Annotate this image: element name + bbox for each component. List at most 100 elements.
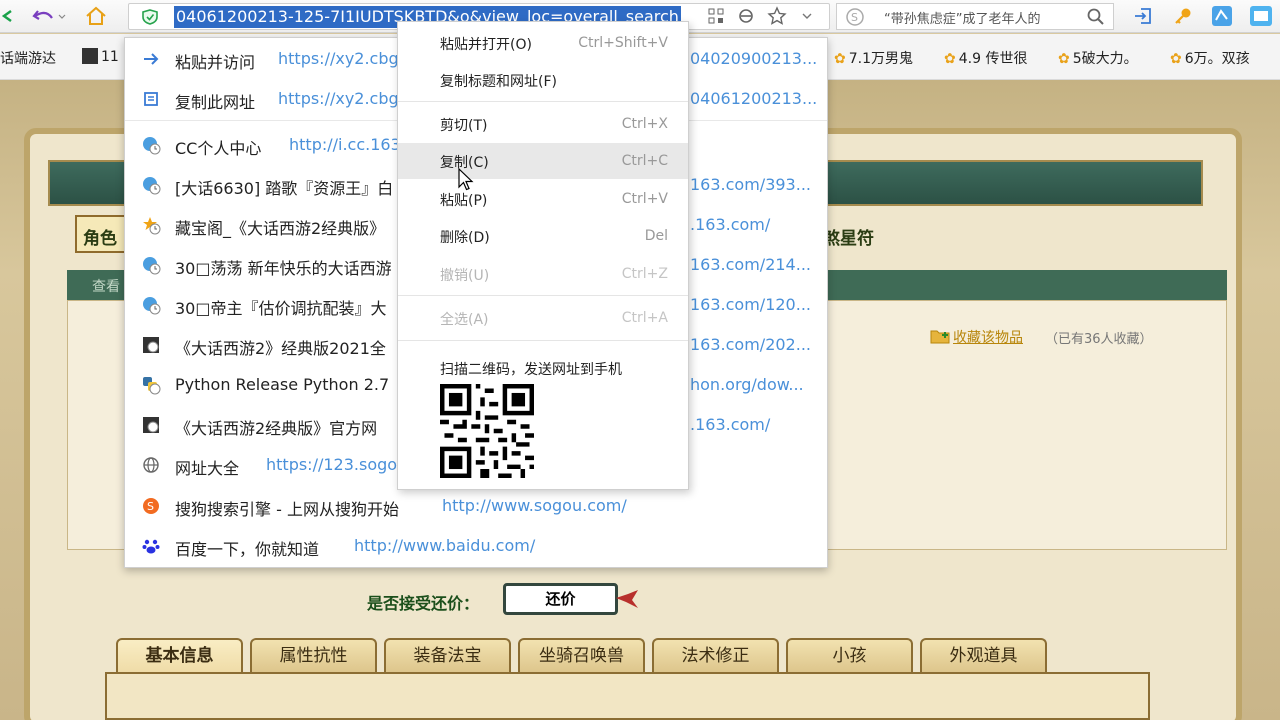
history-star-icon: [141, 215, 161, 235]
suggestion-url-tail: hon.org/dow...: [690, 375, 804, 394]
suggestion-title: 《大话西游2》经典版2021全: [175, 339, 386, 358]
menu-copy-title-and-url[interactable]: 复制标题和网址(F): [398, 62, 688, 98]
tab-role[interactable]: 角色: [75, 215, 127, 253]
suggestion-title: 网址大全: [175, 459, 240, 478]
suggestion-bookmark-item[interactable]: S 搜狗搜索引擎 - 上网从搜狗开始 http://www.sogou.com/: [125, 486, 827, 526]
view-label[interactable]: 查看: [92, 276, 120, 296]
menu-cut[interactable]: 剪切(T) Ctrl+X: [398, 106, 688, 142]
copy-box-icon: [141, 89, 161, 109]
suggestion-url-tail: .163.com/: [690, 215, 771, 234]
suggestion-url: https://xy2.cbg: [278, 89, 399, 108]
suggestion-title: CC个人中心: [175, 139, 262, 158]
history-globe-icon: [141, 255, 161, 275]
login-icon[interactable]: [1132, 5, 1154, 27]
menu-paste-and-open[interactable]: 粘贴并打开(O) Ctrl+Shift+V: [398, 25, 688, 61]
history-globe-icon: [141, 295, 161, 315]
chicken-icon: ✿: [834, 51, 846, 67]
suggestion-url-tail: .163.com/: [690, 415, 771, 434]
favorite-folder-icon: [930, 328, 950, 348]
suggestion-title: Python Release Python 2.7: [175, 375, 390, 394]
suggestion-title: [大话6630] 踏歌『资源王』白: [175, 179, 394, 198]
suggestion-title: 30□帝主『估价调抗配装』大: [175, 299, 387, 318]
qr-caption: 扫描二维码，发送网址到手机: [440, 362, 622, 378]
bookmark-item[interactable]: ✿ 4.9 传世很: [944, 48, 1027, 68]
tab-basic-info[interactable]: 基本信息: [116, 638, 243, 674]
tab-attributes[interactable]: 属性抗性: [250, 638, 377, 674]
suggestion-title: 30□荡荡 新年快乐的大话西游: [175, 259, 392, 278]
suggestion-bookmark-item[interactable]: 百度一下，你就知道 http://www.baidu.com/: [125, 526, 827, 566]
context-menu: 粘贴并打开(O) Ctrl+Shift+V 复制标题和网址(F) 剪切(T) C…: [397, 21, 689, 490]
svg-text:S: S: [851, 11, 858, 24]
suggestion-url-tail: 163.com/214...: [690, 255, 811, 274]
history-globe-icon: [141, 175, 161, 195]
tab-appearance[interactable]: 外观道具: [920, 638, 1047, 674]
suggestion-url: http://www.sogou.com/: [442, 496, 627, 515]
extension-icon[interactable]: [1248, 5, 1274, 27]
search-input[interactable]: “带孙焦虑症”成了老年人的: [884, 8, 1074, 27]
suggestion-url: http://i.cc.163: [289, 135, 401, 154]
tab-children[interactable]: 小孩: [786, 638, 913, 674]
chicken-icon: ✿: [944, 51, 956, 67]
game-icon: [141, 335, 161, 355]
tab-mounts-pets[interactable]: 坐骑召唤兽: [518, 638, 645, 674]
bookmark-item[interactable]: ✿ 5破大力。: [1058, 48, 1138, 68]
suggestion-title: 搜狗搜索引擎 - 上网从搜狗开始: [175, 500, 399, 519]
tab-content-panel: [105, 672, 1150, 720]
menu-undo: 撤销(U) Ctrl+Z: [440, 266, 668, 284]
menu-copy[interactable]: 复制(C) Ctrl+C: [398, 143, 688, 179]
tab-star-talisman[interactable]: 煞星符: [823, 224, 874, 249]
tab-spell-modifiers[interactable]: 法术修正: [652, 638, 779, 674]
home-icon[interactable]: [84, 5, 108, 27]
suggestion-url: https://123.sogo: [266, 455, 398, 474]
star-bookmark-icon[interactable]: [766, 5, 788, 27]
suggestion-url-tail: 04061200213...: [690, 89, 818, 108]
menu-divider: [398, 340, 688, 341]
sogou-logo-icon: S: [845, 8, 865, 30]
counter-offer-label: 是否接受还价：: [367, 594, 480, 613]
favorite-count: （已有36人收藏）: [1045, 332, 1153, 347]
suggestion-url-tail: 163.com/202...: [690, 335, 811, 354]
bookmark-item[interactable]: 11: [82, 48, 119, 65]
bookmark-item[interactable]: 话端游达: [0, 48, 56, 68]
menu-paste[interactable]: 粘贴(P) Ctrl+V: [398, 181, 688, 217]
suggestion-title: 《大话西游2经典版》官方网: [175, 419, 378, 438]
shield-secure-icon[interactable]: [141, 9, 159, 29]
suggestion-url-tail: 163.com/393...: [690, 175, 811, 194]
game-icon: [82, 48, 98, 64]
qr-grid-icon[interactable]: [706, 5, 726, 27]
chevron-down-icon[interactable]: [800, 5, 814, 27]
bookmark-item[interactable]: ✿ 7.1万男鬼: [834, 48, 913, 68]
skin-icon[interactable]: [1210, 5, 1234, 27]
suggestion-title: 藏宝阁_《大话西游2经典版》: [175, 219, 386, 238]
suggestion-url: https://xy2.cbg: [278, 49, 399, 68]
ribbon-decoration-icon: [614, 588, 640, 614]
favorite-item-link[interactable]: 收藏该物品: [953, 327, 1023, 347]
svg-text:S: S: [147, 500, 154, 513]
search-icon[interactable]: [1087, 8, 1105, 30]
game-icon: [141, 415, 161, 435]
suggestion-title: 粘贴并访问: [175, 53, 256, 72]
menu-delete[interactable]: 删除(D) Del: [398, 218, 688, 254]
bookmark-item[interactable]: ✿ 6万。双孩: [1170, 48, 1250, 68]
history-globe-icon: [141, 135, 161, 155]
chicken-icon: ✿: [1058, 51, 1070, 67]
qr-code-icon: [440, 384, 534, 478]
ie-compat-icon[interactable]: [736, 5, 756, 27]
python-icon: [141, 375, 161, 395]
suggestion-title: 复制此网址: [175, 93, 256, 112]
suggestion-url-tail: 163.com/120...: [690, 295, 811, 314]
search-box[interactable]: S “带孙焦虑症”成了老年人的: [836, 3, 1114, 30]
tab-equipment[interactable]: 装备法宝: [384, 638, 511, 674]
back-arrow-icon[interactable]: [0, 5, 14, 27]
suggestion-url-tail: 04020900213...: [690, 49, 818, 68]
key-icon[interactable]: [1172, 5, 1194, 27]
globe-icon: [141, 455, 161, 475]
menu-select-all: 全选(A) Ctrl+A: [440, 310, 668, 328]
menu-divider: [398, 101, 688, 102]
suggestion-url: http://www.baidu.com/: [354, 536, 536, 555]
undo-close-tab-icon[interactable]: [30, 5, 70, 27]
mouse-cursor-icon: [458, 168, 474, 191]
suggestion-title: 百度一下，你就知道: [175, 540, 320, 559]
arrow-right-icon: [141, 49, 161, 69]
counter-offer-button[interactable]: 还价: [503, 583, 618, 615]
